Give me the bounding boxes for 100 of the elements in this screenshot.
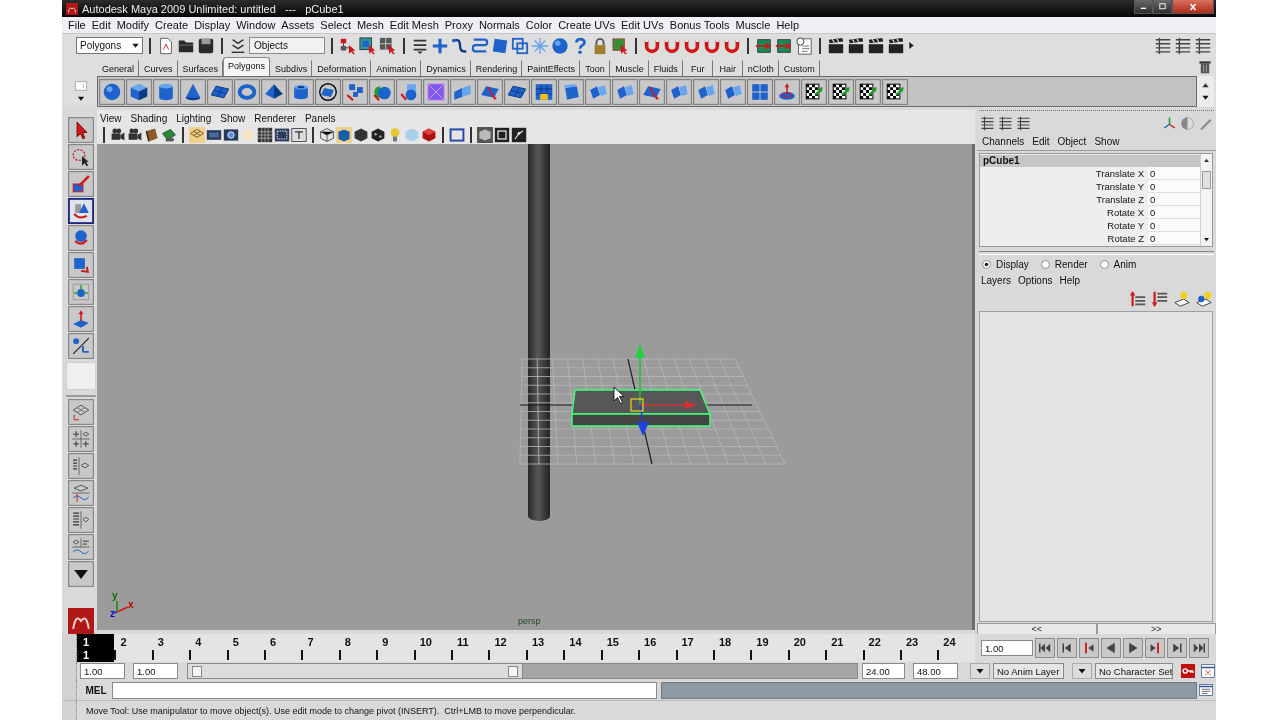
list-pane-layout-icon[interactable] bbox=[67, 507, 94, 533]
grid-icon[interactable] bbox=[189, 127, 205, 143]
magnet-icon[interactable] bbox=[723, 36, 741, 55]
time-slider-frame[interactable]: 7 bbox=[301, 634, 339, 662]
four-squares-icon[interactable] bbox=[747, 78, 773, 105]
menu-item[interactable]: Modify bbox=[116, 19, 150, 31]
command-input-field[interactable] bbox=[112, 681, 657, 699]
time-slider-frame[interactable]: 4 bbox=[189, 634, 227, 662]
box-icon[interactable] bbox=[558, 78, 584, 105]
boxed-cube-icon[interactable] bbox=[477, 127, 493, 143]
time-slider-frame[interactable]: 14 bbox=[563, 634, 601, 662]
list-icon[interactable] bbox=[980, 116, 995, 131]
time-slider-frame[interactable]: 16 bbox=[638, 634, 676, 662]
layers-down-arrow-icon[interactable] bbox=[1151, 290, 1169, 308]
plane-cursor-icon[interactable] bbox=[639, 78, 665, 105]
caret-up-icon[interactable] bbox=[1201, 81, 1210, 90]
title-frame-icon[interactable] bbox=[291, 127, 307, 143]
menu-item[interactable]: Help bbox=[1059, 274, 1081, 286]
time-slider-frame[interactable]: 24 bbox=[937, 634, 975, 662]
list-icon[interactable] bbox=[1174, 36, 1192, 55]
menu-item[interactable]: Edit Mesh bbox=[389, 19, 439, 31]
menu-item[interactable]: Options bbox=[1018, 274, 1053, 286]
dropdown-button[interactable] bbox=[970, 663, 990, 679]
pyramid-icon[interactable] bbox=[261, 78, 287, 105]
step-back-icon[interactable] bbox=[1057, 638, 1077, 658]
time-slider-frame[interactable]: 18 bbox=[712, 634, 751, 662]
movie-camera-icon[interactable] bbox=[127, 127, 143, 143]
menu-set-dropdown[interactable]: Polygons bbox=[76, 37, 143, 54]
radio-option[interactable]: Anim bbox=[1099, 259, 1137, 270]
menu-item[interactable]: Layers bbox=[981, 274, 1011, 286]
sphere-rotate-icon[interactable] bbox=[67, 225, 94, 251]
object-name[interactable]: pCube1 bbox=[980, 155, 1200, 167]
nodes-cursor-icon[interactable] bbox=[339, 36, 357, 55]
cone-icon[interactable] bbox=[180, 78, 206, 105]
radio-option[interactable]: Display bbox=[982, 259, 1029, 270]
menu-item[interactable]: File bbox=[68, 19, 86, 31]
cone-cube-arrow-icon[interactable] bbox=[67, 198, 94, 224]
radio-button-icon[interactable] bbox=[1040, 260, 1050, 269]
panel-menu-item[interactable]: Show bbox=[220, 112, 246, 124]
menu-item[interactable]: Proxy bbox=[444, 19, 473, 31]
wireframe-cube-icon[interactable] bbox=[319, 127, 335, 143]
book-icon[interactable] bbox=[144, 127, 160, 143]
time-slider-frame[interactable]: 10 bbox=[413, 634, 452, 662]
time-slider-frame[interactable]: 22 bbox=[862, 634, 900, 662]
half-circle-icon[interactable] bbox=[1180, 116, 1195, 131]
four-pane-layout-icon[interactable] bbox=[67, 426, 94, 452]
time-slider-frame[interactable]: 21 bbox=[825, 634, 863, 662]
tilted-planes-icon[interactable] bbox=[666, 78, 692, 105]
s-curve-icon[interactable] bbox=[471, 36, 489, 55]
menu-item[interactable]: Channels bbox=[982, 136, 1025, 147]
menu-item[interactable]: Show bbox=[1094, 136, 1120, 147]
list-icon[interactable] bbox=[1016, 116, 1031, 131]
clapperboard-icon[interactable] bbox=[867, 36, 885, 55]
menu-item[interactable]: Normals bbox=[478, 19, 520, 31]
grid-plane-icon[interactable] bbox=[531, 78, 557, 105]
anim-layer-field[interactable]: No Anim Layer bbox=[993, 663, 1064, 679]
step-forward-icon[interactable] bbox=[1167, 638, 1187, 658]
menu-item[interactable]: Edit bbox=[91, 19, 111, 31]
caret-down-icon[interactable] bbox=[1201, 93, 1210, 102]
time-slider-frame[interactable]: 11 bbox=[451, 634, 489, 662]
channel-value-field[interactable]: 0 bbox=[1148, 167, 1200, 180]
menu-item[interactable]: Display bbox=[194, 19, 231, 31]
panel-menu-item[interactable]: Shading bbox=[130, 112, 168, 124]
time-slider-frame[interactable]: 6 bbox=[264, 634, 302, 662]
channel-value-field[interactable]: 0 bbox=[1148, 219, 1200, 232]
resolution-gate-icon[interactable] bbox=[223, 127, 239, 143]
drag-handle[interactable] bbox=[62, 680, 77, 700]
menu-item[interactable]: Help bbox=[776, 19, 799, 31]
menu-item[interactable]: Mesh bbox=[356, 19, 384, 31]
script-window-icon[interactable] bbox=[1199, 683, 1213, 697]
current-time-field[interactable]: 1.00 bbox=[981, 640, 1033, 656]
end-time-field[interactable]: 48.00 bbox=[913, 663, 958, 679]
channel-value-field[interactable]: 0 bbox=[1148, 232, 1200, 245]
torus-icon[interactable] bbox=[234, 78, 260, 105]
tilted-tile-icon[interactable] bbox=[161, 127, 177, 143]
time-slider-frame[interactable]: 19 bbox=[750, 634, 788, 662]
layers-up-arrow-icon[interactable] bbox=[1129, 290, 1147, 308]
overlapping-squares-icon[interactable] bbox=[511, 36, 529, 55]
magnet-icon[interactable] bbox=[683, 36, 701, 55]
channel-name[interactable]: Rotate X bbox=[980, 207, 1148, 218]
play-backward-icon[interactable] bbox=[1101, 638, 1121, 658]
play-icon[interactable] bbox=[1123, 638, 1143, 658]
shelf-tab[interactable]: Polygons bbox=[223, 57, 271, 76]
channel-name[interactable]: Translate Z bbox=[980, 194, 1148, 205]
playback-end-field[interactable]: 24.00 bbox=[862, 663, 905, 679]
joint-icon[interactable] bbox=[511, 127, 527, 143]
box-cursor-icon[interactable] bbox=[359, 36, 377, 55]
grid-plane-icon[interactable] bbox=[504, 78, 530, 105]
tilted-planes-icon[interactable] bbox=[612, 78, 638, 105]
stepped-planes-icon[interactable] bbox=[450, 78, 476, 105]
radio-button-icon[interactable] bbox=[982, 260, 991, 269]
single-pane-layout-icon[interactable] bbox=[67, 399, 94, 425]
tilted-planes-icon[interactable] bbox=[720, 78, 746, 105]
time-slider-frame[interactable]: 20 bbox=[787, 634, 826, 662]
clapperboard-icon[interactable] bbox=[847, 36, 865, 55]
dropdown-button[interactable] bbox=[1072, 663, 1092, 679]
magnet-icon[interactable] bbox=[663, 36, 681, 55]
panel-menu-item[interactable]: Panels bbox=[304, 112, 336, 124]
sphere-halves-icon[interactable] bbox=[369, 78, 395, 105]
solid-cube-icon[interactable] bbox=[421, 127, 437, 143]
